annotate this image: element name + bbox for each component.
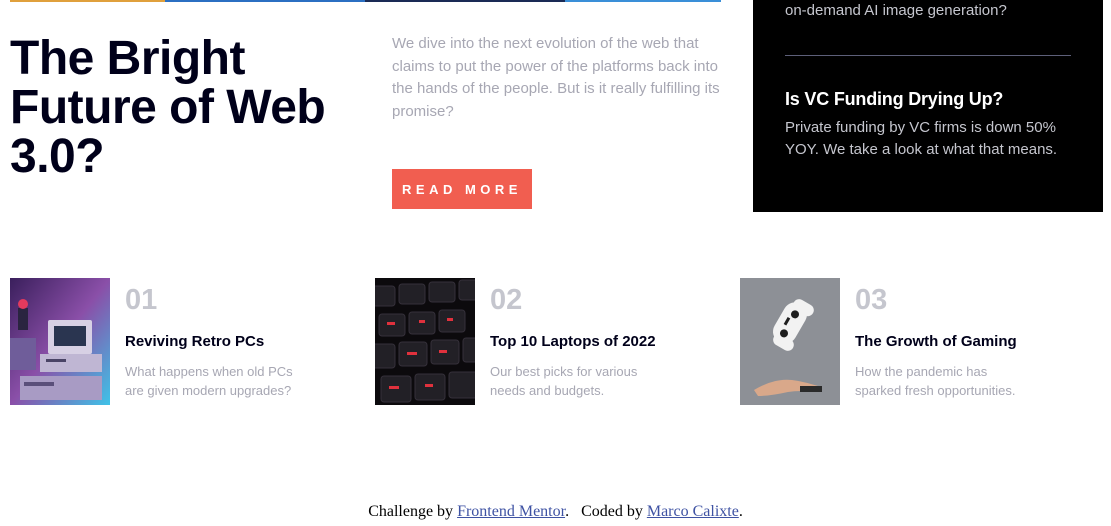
article-card: 03 The Growth of Gaming How the pandemic… [740, 278, 1080, 405]
sidebar-item-title[interactable]: Is VC Funding Drying Up? [785, 89, 1003, 110]
card-description: How the pandemic has sparked fresh oppor… [855, 364, 1016, 398]
sidebar-divider [785, 55, 1071, 56]
card-number: 03 [855, 284, 888, 316]
sidebar-item-description: Private funding by VC firms is down 50% … [785, 119, 1058, 158]
laptop-keyboard-image [375, 278, 475, 405]
attribution: Challenge by Frontend Mentor. Coded by M… [368, 503, 743, 520]
sidebar-item-description: on-demand AI image generation? [785, 2, 1007, 19]
card-description: What happens when old PCs are given mode… [125, 364, 293, 398]
card-title[interactable]: The Growth of Gaming [855, 333, 1017, 350]
read-more-button[interactable]: READ MORE [392, 169, 532, 209]
card-number: 01 [125, 284, 158, 316]
attribution-coded-prefix: Coded by [581, 503, 643, 520]
author-link[interactable]: Marco Calixte [647, 503, 739, 520]
hero-lede: We dive into the next evolution of the w… [392, 35, 720, 120]
article-card: 01 Reviving Retro PCs What happens when … [10, 278, 350, 405]
hero-image-edge [10, 0, 721, 2]
frontend-mentor-link[interactable]: Frontend Mentor [457, 503, 565, 520]
card-title[interactable]: Reviving Retro PCs [125, 333, 264, 350]
hero-title: The Bright Future of Web 3.0? [10, 32, 326, 183]
attribution-challenge-prefix: Challenge by [368, 503, 454, 520]
article-card: 02 Top 10 Laptops of 2022 Our best picks… [375, 278, 715, 405]
new-sidebar: on-demand AI image generation? Is VC Fun… [753, 0, 1103, 212]
card-title[interactable]: Top 10 Laptops of 2022 [490, 333, 656, 350]
retro-pcs-image [10, 278, 110, 405]
game-controller-image [740, 278, 840, 405]
card-description: Our best picks for various needs and bud… [490, 364, 638, 398]
card-number: 02 [490, 284, 523, 316]
